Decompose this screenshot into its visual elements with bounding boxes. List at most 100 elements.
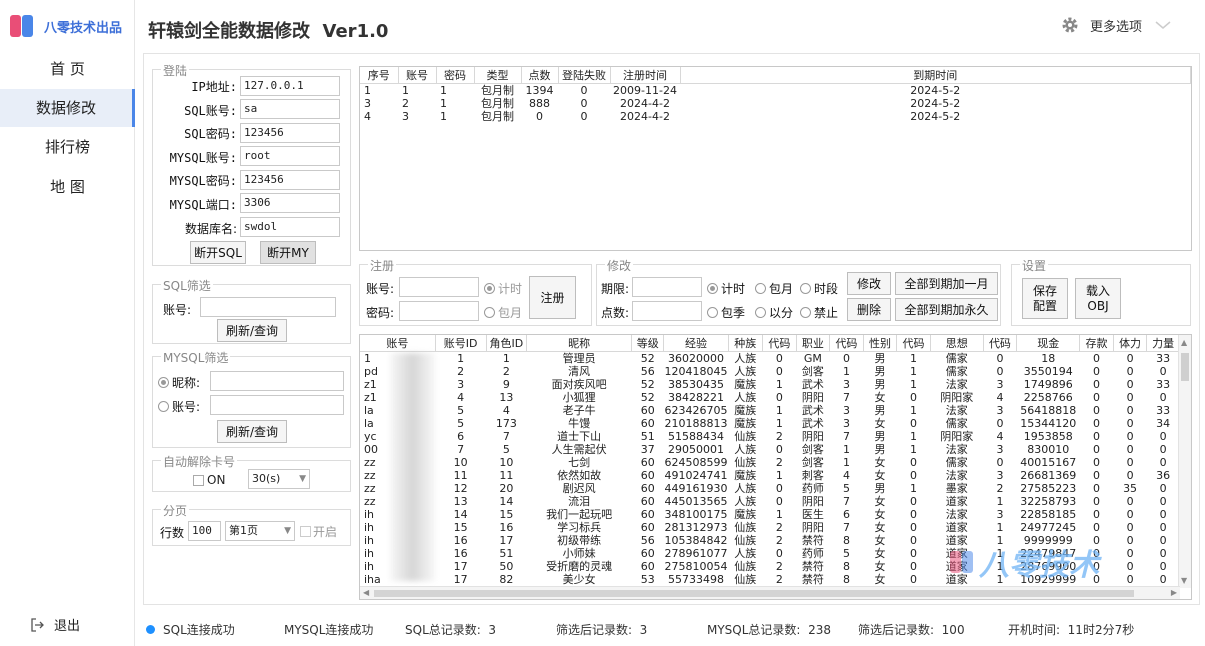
save-config-button[interactable]: 保存 配置 xyxy=(1022,278,1068,319)
character-table-header[interactable]: 角色ID xyxy=(486,335,528,352)
vertical-scrollbar[interactable]: ▲ ▼ xyxy=(1178,335,1191,588)
mysql-filter-nick-input[interactable] xyxy=(210,371,344,391)
character-table-header[interactable]: 代码 xyxy=(896,335,931,352)
auto-unlock-toggle[interactable]: ON xyxy=(193,473,225,487)
vertical-scrollbar-thumb[interactable] xyxy=(1181,353,1189,381)
character-table-row[interactable]: z1 3 9 面对疾风吧 52 38530435 魔族 1 武术 3 男 1 法家 3 1749896 0 0 3… xyxy=(360,378,1180,391)
character-table-row[interactable]: pd 2 2 清风 56 120418045 人族 0 剑客 1 男 1 儒家 0 3550194 0 0 0 xyxy=(360,365,1180,378)
register-time-radio[interactable]: 计时 xyxy=(484,280,522,297)
account-table-header[interactable]: 点数 xyxy=(521,67,559,84)
scroll-up-icon[interactable]: ▲ xyxy=(1181,338,1187,347)
scroll-down-icon[interactable]: ▼ xyxy=(1181,576,1187,585)
account-table-header[interactable]: 注册时间 xyxy=(610,67,681,84)
sql-filter-refresh-button[interactable]: 刷新/查询 xyxy=(217,319,287,342)
character-table-header[interactable]: 思想 xyxy=(930,335,984,352)
modify-points-input[interactable] xyxy=(632,301,702,321)
ip-input[interactable]: 127.0.0.1 xyxy=(240,76,340,96)
modify-button[interactable]: 修改 xyxy=(847,272,891,295)
auto-unlock-interval-select[interactable]: 30(s) ▼ xyxy=(248,469,310,489)
horizontal-scrollbar-thumb[interactable] xyxy=(374,590,1134,597)
paging-rows-input[interactable]: 100 xyxy=(188,521,221,541)
sql-account-input[interactable]: sa xyxy=(240,99,340,119)
modify-radio-minute[interactable]: 以分 xyxy=(755,304,793,321)
character-table-header[interactable]: 代码 xyxy=(829,335,864,352)
modify-radio-time[interactable]: 计时 xyxy=(707,280,745,297)
character-table-header[interactable]: 体力 xyxy=(1113,335,1148,352)
disconnect-mysql-button[interactable]: 断开MY xyxy=(260,241,316,264)
character-table-row[interactable]: la 5 173 牛馒 60 210188813 魔族 1 武术 3 女 0 儒家 0 15344120 0 0… xyxy=(360,417,1180,430)
register-password-input[interactable] xyxy=(399,301,479,321)
character-table-header[interactable]: 账号ID xyxy=(435,335,487,352)
sql-password-input[interactable]: 123456 xyxy=(240,123,340,143)
character-table-header[interactable]: 等级 xyxy=(631,335,665,352)
modify-radio-season[interactable]: 包季 xyxy=(707,304,745,321)
character-table-row[interactable]: 1 1 1 管理员 52 36020000 人族 0 GM 0 男 1 儒家 0 18 0 0 33 xyxy=(360,352,1180,366)
paging-page-select[interactable]: 第1页 ▼ xyxy=(225,521,295,541)
character-table-header[interactable]: 经验 xyxy=(663,335,729,352)
character-table-row[interactable]: ih 14 15 我们一起玩吧 60 348100175 魔族 1 医生 6 女 0 法家 3 228581… xyxy=(360,508,1180,521)
register-button[interactable]: 注册 xyxy=(529,276,576,319)
paging-enable-checkbox[interactable] xyxy=(300,526,311,537)
character-table-header[interactable]: 性别 xyxy=(863,335,898,352)
character-table[interactable]: 账号 账号ID 角色ID 昵称 等级 经验 种族 代码 职业 代码 性别 代码 思想 代码 现金 存款 体力 力量… xyxy=(359,334,1192,600)
mysql-filter-nick-radio[interactable]: 昵称: xyxy=(158,374,200,391)
mysql-filter-account-radio[interactable]: 账号: xyxy=(158,398,200,415)
paging-enable-toggle[interactable]: 开启 xyxy=(300,523,337,540)
load-obj-button[interactable]: 载入 OBJ xyxy=(1075,278,1121,319)
disconnect-sql-button[interactable]: 断开SQL xyxy=(190,241,246,264)
character-table-row[interactable]: la 5 4 老子牛 60 623426705 魔族 1 武术 3 男 1 法家 3 56418818 0 0 3… xyxy=(360,404,1180,417)
modify-radio-month[interactable]: 包月 xyxy=(755,280,793,297)
nav-item-home[interactable]: 首 页 xyxy=(0,50,135,88)
account-table-row[interactable]: 4 3 1 包月制 0 0 2024-4-2 2024-5-2 xyxy=(360,110,1191,123)
mysql-filter-account-input[interactable] xyxy=(210,395,344,415)
register-month-radio[interactable]: 包月 xyxy=(484,304,522,321)
character-table-header[interactable]: 力量 xyxy=(1146,335,1180,352)
scroll-right-icon[interactable]: ▶ xyxy=(1171,588,1177,597)
account-table-header[interactable]: 账号 xyxy=(398,67,437,84)
character-table-row[interactable]: zz 12 20 剧迟风 60 449161930 人族 0 药师 5 男 1 墨家 2 27585223 0… xyxy=(360,482,1180,495)
character-table-row[interactable]: ih 15 16 学习标兵 60 281312973 仙族 2 阴阳 7 女 0 道家 1 24977245… xyxy=(360,521,1180,534)
character-table-row[interactable]: 00 7 5 人生需起伏 37 29050001 人族 0 剑客 1 男 1 法家 3 830010 0 0 0 xyxy=(360,443,1180,456)
mysql-password-input[interactable]: 123456 xyxy=(240,170,340,190)
character-table-row[interactable]: zz 10 10 七剑 60 624508599 仙族 2 剑客 1 女 0 儒家 0 40015167 0 0… xyxy=(360,456,1180,469)
character-table-header[interactable]: 现金 xyxy=(1016,335,1081,352)
account-table[interactable]: 序号 账号 密码 类型 点数 登陆失败 注册时间 到期时间 1 1 1 包月制 1394… xyxy=(359,66,1192,251)
account-table-header[interactable]: 密码 xyxy=(436,67,475,84)
delete-button[interactable]: 删除 xyxy=(847,298,891,321)
character-table-header[interactable]: 昵称 xyxy=(526,335,632,352)
account-table-header[interactable]: 序号 xyxy=(360,67,399,84)
mysql-account-input[interactable]: root xyxy=(240,146,340,166)
nav-item-data-modify[interactable]: 数据修改 xyxy=(0,89,135,127)
register-account-input[interactable] xyxy=(399,277,479,297)
nav-item-map[interactable]: 地 图 xyxy=(0,168,135,206)
mysql-filter-refresh-button[interactable]: 刷新/查询 xyxy=(217,420,287,443)
auto-unlock-checkbox[interactable] xyxy=(193,474,204,486)
character-table-header[interactable]: 账号 xyxy=(360,335,436,352)
account-table-header[interactable]: 到期时间 xyxy=(680,67,1191,84)
character-table-header[interactable]: 职业 xyxy=(796,335,831,352)
account-table-header[interactable]: 登陆失败 xyxy=(558,67,611,84)
mysql-port-input[interactable]: 3306 xyxy=(240,193,340,213)
character-table-header[interactable]: 存款 xyxy=(1079,335,1114,352)
character-table-row[interactable]: z1 4 13 小狐狸 52 38428221 人族 0 阴阳 7 女 0 阴阳家 4 2258766 0 0 0 xyxy=(360,391,1180,404)
character-table-row[interactable]: yc 6 7 道士下山 51 51588434 仙族 2 阴阳 7 男 1 阴阳家 4 1953858 0 0 0 xyxy=(360,430,1180,443)
character-table-header[interactable]: 代码 xyxy=(762,335,797,352)
character-table-row[interactable]: zz 11 11 依然如故 60 491024741 魔族 1 刺客 4 女 0 法家 3 26681369… xyxy=(360,469,1180,482)
sql-filter-account-input[interactable] xyxy=(200,297,336,317)
more-options-button[interactable]: 更多选项 xyxy=(1060,15,1172,35)
extend-all-one-month-button[interactable]: 全部到期加一月 xyxy=(895,272,998,295)
horizontal-scrollbar[interactable]: ◀ ▶ xyxy=(360,586,1180,599)
database-name-input[interactable]: swdol xyxy=(240,217,340,237)
scroll-left-icon[interactable]: ◀ xyxy=(363,588,369,597)
account-table-header[interactable]: 类型 xyxy=(474,67,522,84)
character-table-header[interactable]: 种族 xyxy=(728,335,764,352)
character-table-header[interactable]: 代码 xyxy=(983,335,1018,352)
account-table-row[interactable]: 3 2 1 包月制 888 0 2024-4-2 2024-5-2 xyxy=(360,97,1191,110)
account-table-row[interactable]: 1 1 1 包月制 1394 0 2009-11-24 2024-5-2 xyxy=(360,84,1191,98)
logout-button[interactable]: 退出 xyxy=(30,615,80,634)
modify-radio-period[interactable]: 时段 xyxy=(800,280,838,297)
extend-all-forever-button[interactable]: 全部到期加永久 xyxy=(895,298,998,321)
modify-radio-ban[interactable]: 禁止 xyxy=(800,304,838,321)
nav-item-ranking[interactable]: 排行榜 xyxy=(0,128,135,166)
modify-term-input[interactable] xyxy=(632,277,702,297)
